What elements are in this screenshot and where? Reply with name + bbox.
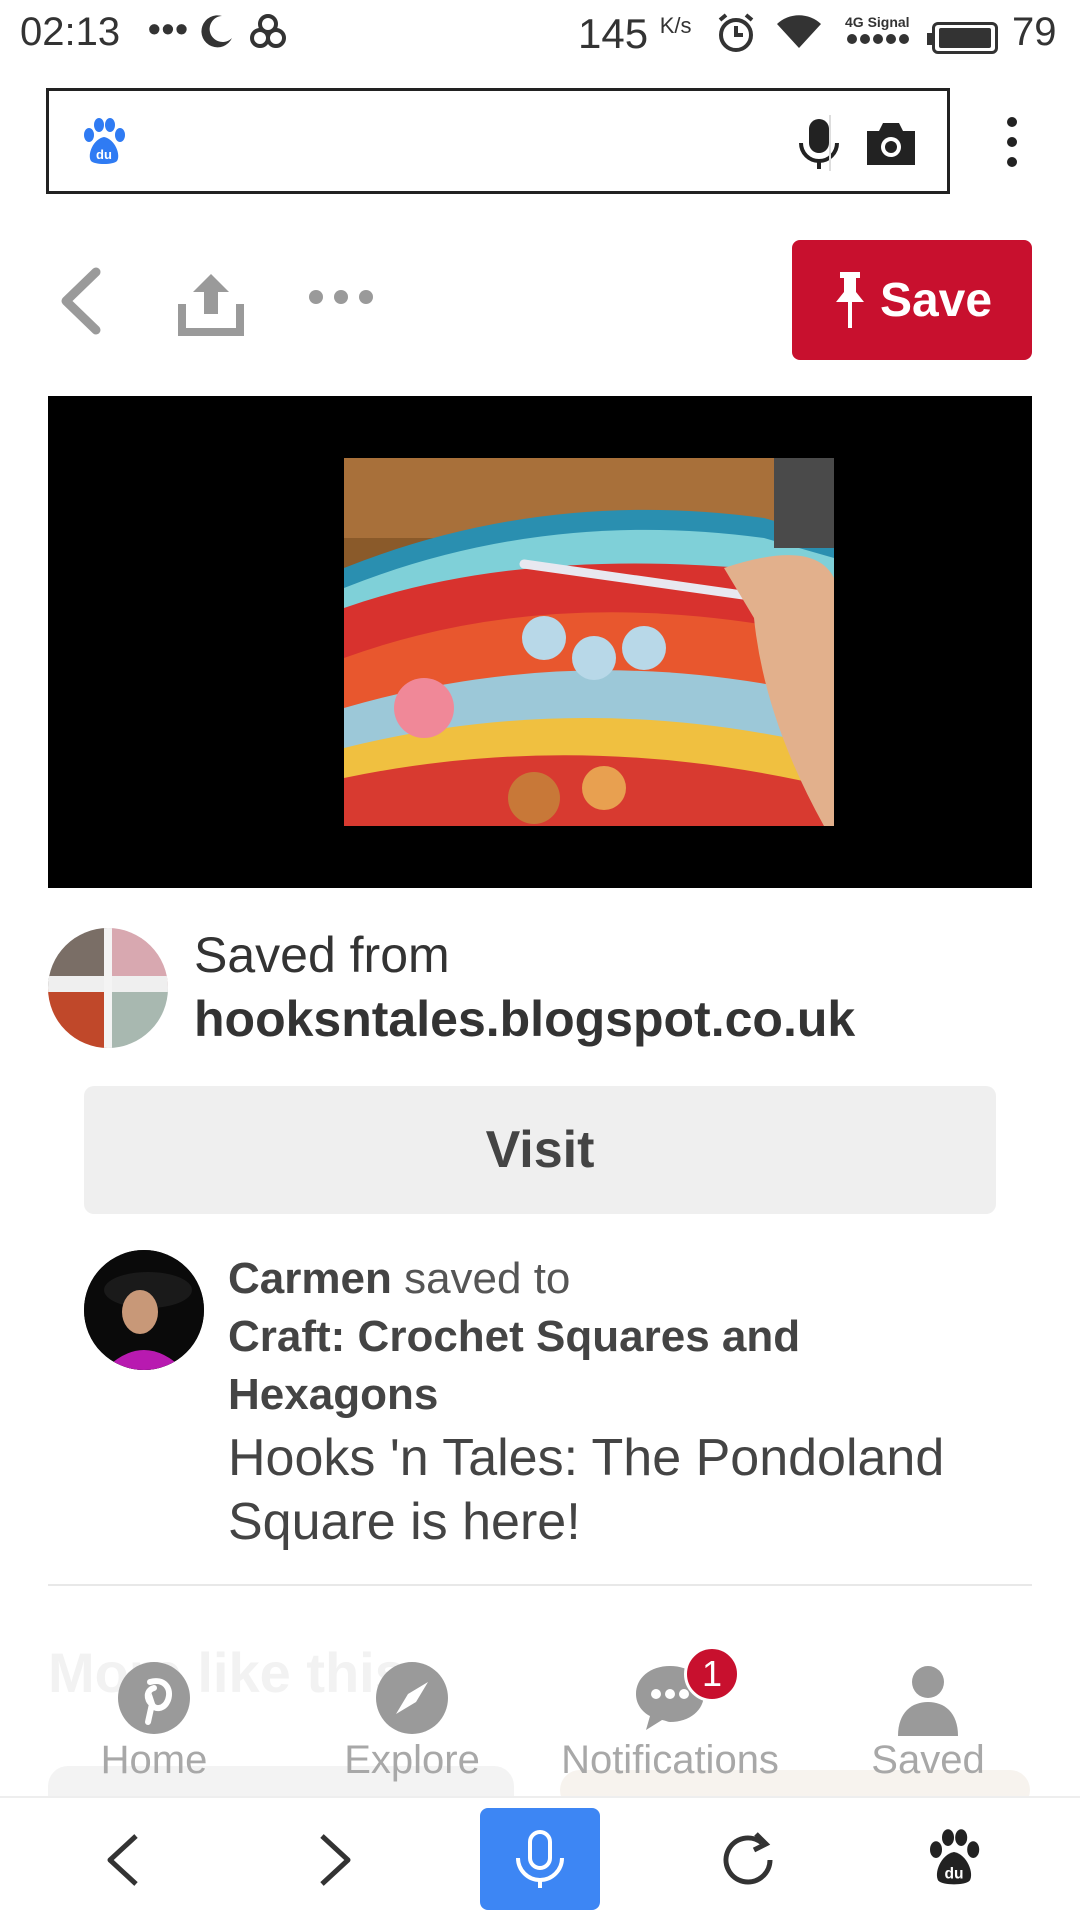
battery-icon xyxy=(927,22,998,54)
browser-bottom-bar: du xyxy=(0,1796,1080,1920)
person-icon xyxy=(898,1666,958,1736)
microphone-icon[interactable] xyxy=(789,113,849,173)
nav-saved[interactable]: Saved xyxy=(818,1660,1038,1783)
visit-button[interactable]: Visit xyxy=(84,1086,996,1214)
pin-video[interactable] xyxy=(48,396,1032,888)
browser-forward-icon[interactable] xyxy=(310,1830,360,1890)
signal-label: 4G Signal xyxy=(845,14,910,30)
wifi-icon xyxy=(777,15,821,48)
browser-menu-icon[interactable] xyxy=(992,112,1032,172)
pinterest-bottom-nav: Home Explore 1 Notifications Saved xyxy=(0,1646,1080,1790)
share-icon[interactable] xyxy=(176,268,246,338)
nav-home-label: Home xyxy=(100,1738,208,1782)
battery-level: 79 xyxy=(1012,10,1057,54)
saver-avatar[interactable] xyxy=(84,1250,204,1370)
svg-text:du: du xyxy=(96,147,112,162)
saver-action: saved to xyxy=(391,1254,571,1303)
alarm-icon xyxy=(718,13,754,52)
baidu-paw-icon: du xyxy=(84,118,125,164)
nav-notifications-label: Notifications xyxy=(561,1738,779,1782)
status-bar: 02:13 ••• 145 K/s 4G Signal 79 xyxy=(0,0,1080,66)
nav-explore-label: Explore xyxy=(344,1738,480,1782)
browser-search-bar[interactable]: du xyxy=(46,88,950,194)
search-bar-divider xyxy=(829,115,831,171)
save-label: Save xyxy=(879,273,993,327)
status-more-dots: ••• xyxy=(148,8,189,49)
source-row[interactable]: Saved from hooksntales.blogspot.co.uk xyxy=(48,924,1032,1050)
camera-icon[interactable] xyxy=(861,115,921,171)
crochet-image xyxy=(344,458,834,826)
voice-search-button[interactable] xyxy=(480,1808,600,1910)
nav-saved-label: Saved xyxy=(871,1738,985,1782)
board-name-link[interactable]: Craft: Crochet Squares and Hexagons xyxy=(228,1308,1008,1424)
microphone-icon xyxy=(516,1830,564,1888)
video-thumbnail[interactable] xyxy=(344,458,834,826)
section-divider xyxy=(48,1584,1032,1586)
svg-text:du: du xyxy=(944,1865,963,1882)
pushpin-icon xyxy=(835,272,864,328)
nav-explore[interactable]: Explore xyxy=(302,1660,522,1783)
net-speed: 145 K/s xyxy=(578,10,692,57)
link-icon xyxy=(250,14,286,48)
source-label: Saved from xyxy=(194,927,450,983)
pin-description: Hooks 'n Tales: The Pondoland Square is … xyxy=(228,1429,945,1551)
pinterest-icon xyxy=(118,1662,190,1734)
source-domain-link[interactable]: hooksntales.blogspot.co.uk xyxy=(194,990,855,1048)
saver-text: Carmen saved to Craft: Crochet Squares a… xyxy=(228,1250,1008,1554)
notification-badge: 1 xyxy=(684,1646,740,1702)
browser-back-icon[interactable] xyxy=(98,1830,148,1890)
back-icon[interactable] xyxy=(52,266,112,336)
saver-line: Carmen saved to xyxy=(228,1250,1008,1308)
compass-icon xyxy=(376,1662,448,1734)
nav-notifications[interactable]: 1 Notifications xyxy=(560,1646,780,1783)
signal-icon xyxy=(847,34,909,44)
save-button[interactable]: Save xyxy=(792,240,1032,360)
source-avatar[interactable] xyxy=(48,928,168,1048)
status-time: 02:13 xyxy=(20,10,121,54)
more-icon[interactable] xyxy=(306,282,376,312)
moon-icon xyxy=(201,15,232,48)
nav-home[interactable]: Home xyxy=(44,1660,264,1783)
reload-icon[interactable] xyxy=(716,1828,780,1892)
baidu-paw-icon[interactable]: du xyxy=(924,1828,984,1888)
pin-toolbar: Save xyxy=(0,238,1080,364)
saver-name[interactable]: Carmen xyxy=(228,1254,392,1303)
